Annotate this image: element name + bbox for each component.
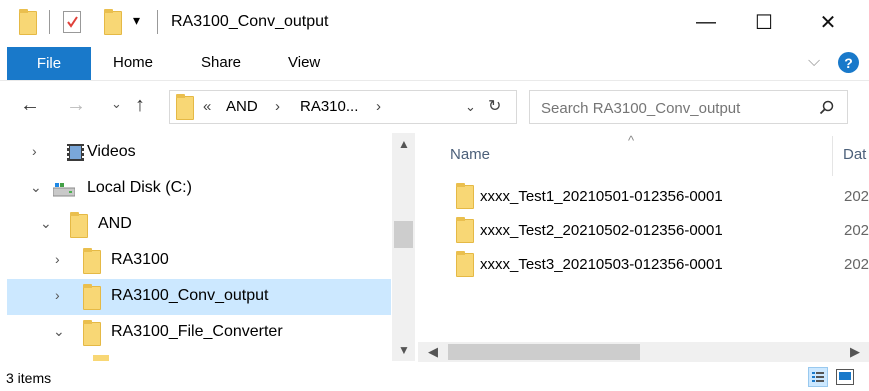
videos-icon bbox=[67, 144, 84, 161]
crumb-prefix[interactable]: « bbox=[203, 98, 211, 115]
expand-chevron-icon[interactable]: › bbox=[32, 143, 37, 159]
nav-item-local-disk[interactable]: ⌄ Local Disk (C:) bbox=[7, 171, 391, 207]
file-name: xxxx_Test1_20210501-012356-0001 bbox=[480, 188, 723, 205]
address-bar[interactable]: « AND › RA310... › ⌄ ↻ bbox=[169, 90, 517, 124]
status-bar: 3 items bbox=[0, 362, 869, 391]
maximize-button[interactable]: ☐ bbox=[741, 0, 787, 44]
search-box[interactable] bbox=[529, 90, 848, 124]
properties-icon[interactable] bbox=[63, 11, 81, 33]
navigation-pane: › Videos ⌄ Local Disk (C:) ⌄ AND › RA310… bbox=[0, 133, 414, 361]
nav-label-ra3100-conv-output: RA3100_Conv_output bbox=[111, 287, 269, 304]
minimize-button[interactable]: — bbox=[683, 0, 729, 44]
details-view-icon[interactable] bbox=[808, 367, 828, 387]
folder-icon bbox=[456, 251, 474, 277]
nav-label-ra3100-file-converter: RA3100_File_Converter bbox=[111, 323, 283, 340]
file-row[interactable]: xxxx_Test3_20210503-012356-0001 202 bbox=[448, 249, 869, 281]
help-icon[interactable]: ? bbox=[838, 52, 859, 73]
window-title: RA3100_Conv_output bbox=[171, 13, 329, 30]
scroll-right-arrow-icon[interactable]: ▶ bbox=[850, 344, 860, 360]
file-date: 202 bbox=[844, 222, 869, 239]
folder-icon bbox=[83, 284, 101, 310]
breadcrumb-ra310[interactable]: RA310... bbox=[300, 98, 358, 115]
scroll-down-arrow-icon[interactable]: ▼ bbox=[398, 343, 410, 357]
nav-label-local-disk: Local Disk (C:) bbox=[87, 179, 192, 196]
file-name: xxxx_Test3_20210503-012356-0001 bbox=[480, 256, 723, 273]
nav-label-videos: Videos bbox=[87, 143, 136, 160]
collapse-chevron-icon[interactable]: ⌄ bbox=[30, 179, 42, 196]
scroll-up-arrow-icon[interactable]: ▲ bbox=[398, 137, 410, 151]
up-arrow-icon[interactable]: ↑ bbox=[135, 94, 145, 117]
customize-toolbar-icon[interactable]: ▾ bbox=[133, 12, 140, 29]
collapse-chevron-icon[interactable]: ⌄ bbox=[53, 323, 65, 340]
breadcrumb-separator-2: › bbox=[376, 98, 381, 115]
close-button[interactable]: ✕ bbox=[805, 0, 851, 44]
horizontal-scrollbar[interactable]: ◀ ▶ bbox=[418, 342, 869, 362]
recent-locations-icon[interactable]: ⌄ bbox=[111, 96, 122, 112]
title-divider bbox=[49, 10, 50, 34]
expand-chevron-icon[interactable]: › bbox=[55, 287, 60, 303]
address-dropdown-icon[interactable]: ⌄ bbox=[465, 99, 476, 115]
refresh-icon[interactable]: ↻ bbox=[488, 96, 501, 116]
address-folder-icon bbox=[176, 94, 194, 120]
folder-icon bbox=[456, 217, 474, 243]
folder-icon bbox=[83, 248, 101, 274]
folder-icon bbox=[70, 212, 88, 238]
nav-label-ra3100: RA3100 bbox=[111, 251, 169, 268]
nav-item-ra3100[interactable]: › RA3100 bbox=[7, 243, 391, 279]
folder-icon bbox=[83, 320, 101, 346]
folder-icon bbox=[456, 183, 474, 209]
tab-file[interactable]: File bbox=[7, 47, 91, 80]
nav-item-videos[interactable]: › Videos bbox=[7, 135, 391, 171]
new-folder-icon[interactable] bbox=[104, 9, 122, 35]
quick-access-folder-icon bbox=[19, 9, 37, 35]
item-count: 3 items bbox=[6, 370, 52, 386]
title-bar: ▾ RA3100_Conv_output — ☐ ✕ bbox=[0, 0, 869, 44]
tab-share[interactable]: Share bbox=[201, 54, 241, 71]
forward-arrow-icon[interactable]: → bbox=[66, 94, 86, 117]
tab-home[interactable]: Home bbox=[113, 54, 153, 71]
scrollbar-thumb[interactable] bbox=[448, 344, 640, 360]
file-date: 202 bbox=[844, 256, 869, 273]
nav-label-and: AND bbox=[98, 215, 132, 232]
ribbon-tabs: File Home Share View ⌵ ? bbox=[0, 47, 869, 81]
search-input[interactable] bbox=[539, 96, 813, 120]
nav-item-ra3100-file-converter[interactable]: ⌄ RA3100_File_Converter bbox=[7, 315, 391, 351]
large-icons-view-icon[interactable] bbox=[836, 369, 854, 385]
file-row[interactable]: xxxx_Test1_20210501-012356-0001 202 bbox=[448, 181, 869, 213]
expand-chevron-icon[interactable]: › bbox=[55, 251, 60, 267]
nav-item-and[interactable]: ⌄ AND bbox=[7, 207, 391, 243]
breadcrumb-and[interactable]: AND bbox=[226, 98, 258, 115]
back-arrow-icon[interactable]: ← bbox=[20, 94, 40, 117]
file-list: ^ Name Dat xxxx_Test1_20210501-012356-00… bbox=[418, 133, 869, 362]
column-header-name[interactable]: Name bbox=[450, 146, 490, 163]
partial-folder-icon bbox=[93, 355, 109, 361]
nav-item-ra3100-conv-output[interactable]: › RA3100_Conv_output bbox=[7, 279, 391, 315]
title-divider-2 bbox=[157, 10, 158, 34]
collapse-chevron-icon[interactable]: ⌄ bbox=[40, 215, 52, 232]
expand-ribbon-chevron-icon[interactable]: ⌵ bbox=[808, 53, 820, 71]
tab-view[interactable]: View bbox=[288, 54, 320, 71]
sort-indicator-icon: ^ bbox=[628, 133, 635, 148]
column-divider[interactable] bbox=[832, 136, 833, 176]
column-header-date[interactable]: Dat bbox=[843, 146, 866, 163]
file-date: 202 bbox=[844, 188, 869, 205]
address-row: ← → ⌄ ↑ « AND › RA310... › ⌄ ↻ bbox=[0, 88, 869, 128]
breadcrumb-separator: › bbox=[275, 98, 280, 115]
search-icon[interactable] bbox=[819, 100, 835, 116]
file-row[interactable]: xxxx_Test2_20210502-012356-0001 202 bbox=[448, 215, 869, 247]
file-name: xxxx_Test2_20210502-012356-0001 bbox=[480, 222, 723, 239]
scrollbar-thumb[interactable] bbox=[394, 221, 413, 248]
nav-vertical-scrollbar[interactable]: ▲ ▼ bbox=[392, 133, 415, 361]
local-disk-icon bbox=[53, 183, 75, 197]
scroll-left-arrow-icon[interactable]: ◀ bbox=[428, 344, 438, 360]
